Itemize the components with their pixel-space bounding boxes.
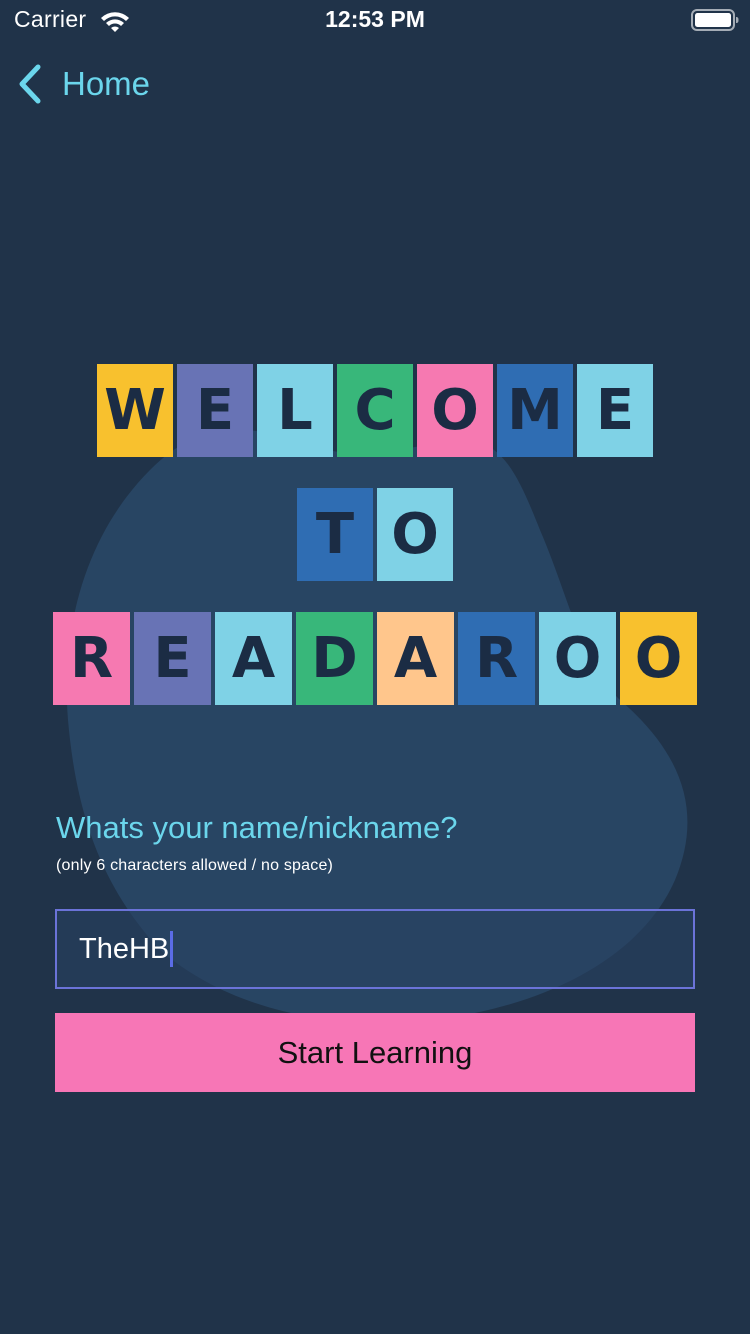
- name-input-value: TheHB: [79, 932, 170, 965]
- letter-tile: L: [257, 364, 333, 457]
- letter-tile: A: [215, 612, 292, 705]
- letter-tile: A: [377, 612, 454, 705]
- back-button[interactable]: Home: [16, 62, 150, 106]
- status-bar: Carrier 12:53 PM: [0, 0, 750, 40]
- clock: 12:53 PM: [325, 6, 425, 32]
- letter-tile: E: [577, 364, 653, 457]
- letter-tile: O: [620, 612, 697, 705]
- name-input[interactable]: TheHB: [55, 909, 695, 989]
- letter-tile: E: [134, 612, 211, 705]
- title-row-readaroo: R E A D A R O O: [0, 612, 750, 705]
- letter-tile: W: [97, 364, 173, 457]
- text-caret: [170, 931, 174, 967]
- welcome-screen: Carrier 12:53 PM Home W E L C O M E T O …: [0, 0, 750, 1334]
- letter-tile: C: [337, 364, 413, 457]
- name-question: Whats your name/nickname?: [56, 810, 458, 845]
- battery-icon: [691, 9, 739, 31]
- letter-tile: E: [177, 364, 253, 457]
- title-row-welcome: W E L C O M E: [0, 364, 750, 457]
- back-label: Home: [62, 65, 151, 102]
- letter-tile: R: [458, 612, 535, 705]
- title-row-to: T O: [0, 488, 750, 581]
- letter-tile: O: [417, 364, 493, 457]
- letter-tile: O: [539, 612, 616, 705]
- letter-tile: R: [53, 612, 130, 705]
- letter-tile: D: [296, 612, 373, 705]
- start-learning-button[interactable]: Start Learning: [55, 1013, 695, 1092]
- letter-tile: T: [297, 488, 373, 581]
- letter-tile: M: [497, 364, 573, 457]
- chevron-left-icon: [19, 64, 41, 104]
- letter-tile: O: [377, 488, 453, 581]
- name-hint: (only 6 characters allowed / no space): [56, 857, 334, 874]
